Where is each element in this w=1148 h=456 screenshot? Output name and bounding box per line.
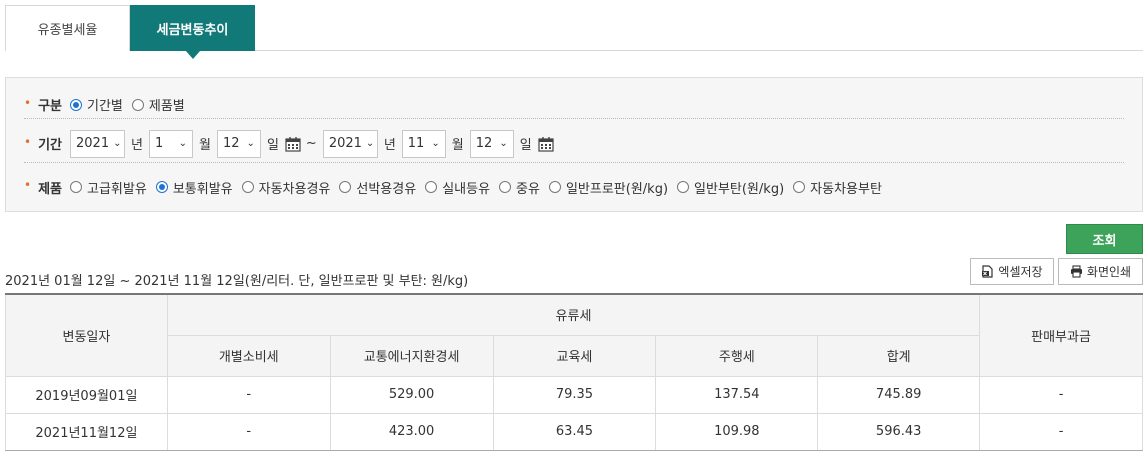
cell-consumption-tax: - [166, 412, 331, 451]
table-row: 2021년11월12일 - 423.00 63.45 109.98 596.43… [5, 412, 1143, 451]
radio-product-premium-gasoline[interactable]: 고급휘발유 [70, 178, 147, 197]
radio-checked-icon [70, 98, 82, 111]
category-label: 구분 [38, 99, 62, 114]
header-transport-energy-env-tax: 교통에너지환경세 [329, 334, 494, 377]
radio-product-auto-butane[interactable]: 자동차용부탄 [793, 178, 882, 197]
cell-transport-tax: 529.00 [329, 375, 494, 414]
header-change-date: 변동일자 [5, 293, 168, 377]
radio-unchecked-icon [548, 181, 561, 193]
filter-row-category: • 구분 기간별 제품별 [24, 91, 1124, 119]
start-day-select[interactable]: 12 ⌄ [216, 129, 261, 158]
tab-oil-tax-rate[interactable]: 유종별세율 [5, 5, 130, 51]
chevron-down-icon: ⌄ [113, 138, 122, 149]
cell-date: 2019년09월01일 [5, 375, 168, 414]
end-year-select[interactable]: 2021 ⌄ [322, 129, 378, 158]
end-day-select[interactable]: 12 ⌄ [469, 129, 514, 158]
search-filter-panel: • 구분 기간별 제품별 • 기간 2021 ⌄ 년 1 ⌄ 월 12 ⌄ 일 ~ 2… [5, 77, 1143, 212]
radio-unchecked-icon [793, 181, 806, 193]
radio-checked-icon [155, 181, 168, 193]
tax-change-table: 변동일자 유류세 판매부과금 개별소비세 교통에너지환경세 교육세 주행세 합계… [5, 293, 1143, 451]
chevron-down-icon: ⌄ [246, 138, 255, 149]
radio-unchecked-icon [70, 181, 82, 193]
calendar-icon[interactable] [538, 136, 554, 152]
filter-row-product: • 제품 고급휘발유 보통휘발유 자동차용경유 선박용경유 실내등유 중유 일반… [24, 173, 1124, 201]
bullet-icon: • [24, 95, 32, 110]
print-button[interactable]: 화면인쇄 [1058, 258, 1143, 285]
excel-file-icon [982, 265, 994, 278]
radio-unchecked-icon [131, 98, 144, 111]
radio-unchecked-icon [499, 181, 512, 193]
radio-by-period[interactable]: 기간별 [70, 95, 123, 114]
tab-tax-change-trend[interactable]: 세금변동추이 [130, 5, 255, 59]
end-month-select[interactable]: 11 ⌄ [401, 129, 446, 158]
radio-unchecked-icon [241, 181, 254, 193]
start-month-select[interactable]: 1 ⌄ [148, 129, 193, 158]
table-row: 2019년09월01일 - 529.00 79.35 137.54 745.89… [5, 375, 1143, 414]
filter-row-period: • 기간 2021 ⌄ 년 1 ⌄ 월 12 ⌄ 일 ~ 2021 ⌄ 년 11 ⌄ 월 … [24, 125, 1124, 163]
chevron-down-icon: ⌄ [499, 138, 508, 149]
product-label: 제품 [38, 181, 62, 197]
cell-date: 2021년11월12일 [5, 412, 168, 451]
header-individual-consumption-tax: 개별소비세 [166, 334, 331, 377]
radio-product-auto-diesel[interactable]: 자동차용경유 [241, 178, 330, 197]
tab-bar: 유종별세율 세금변동추이 [5, 5, 1143, 59]
calendar-icon[interactable] [285, 136, 301, 152]
cell-surcharge: - [979, 412, 1143, 451]
radio-unchecked-icon [425, 181, 438, 193]
cell-education-tax: 63.45 [492, 412, 657, 451]
chevron-down-icon: ⌄ [365, 138, 375, 149]
cell-consumption-tax: - [166, 375, 331, 414]
search-button[interactable]: 조회 [1066, 224, 1143, 254]
header-driving-tax: 주행세 [655, 334, 819, 377]
bullet-icon: • [24, 178, 32, 192]
header-total: 합계 [817, 334, 981, 377]
header-sales-surcharge: 판매부과금 [979, 293, 1143, 377]
header-education-tax: 교육세 [492, 334, 657, 377]
radio-unchecked-icon [339, 181, 352, 193]
cell-driving-tax: 109.98 [655, 412, 819, 451]
radio-product-regular-gasoline[interactable]: 보통휘발유 [155, 178, 233, 197]
chevron-down-icon: ⌄ [431, 138, 440, 149]
start-year-select[interactable]: 2021 ⌄ [70, 129, 125, 158]
header-fuel-tax-group: 유류세 [166, 293, 981, 336]
radio-product-kerosene[interactable]: 실내등유 [425, 178, 490, 197]
radio-product-propane[interactable]: 일반프로판(원/kg) [548, 178, 668, 197]
period-caption: 2021년 01월 12일 ~ 2021년 11월 12일(원/리터. 단, 일… [5, 274, 469, 289]
excel-save-button[interactable]: 엑셀저장 [970, 258, 1054, 285]
bullet-icon: • [24, 134, 32, 149]
cell-education-tax: 79.35 [492, 375, 657, 414]
cell-total: 745.89 [817, 375, 981, 414]
cell-total: 596.43 [817, 412, 981, 451]
radio-by-product[interactable]: 제품별 [131, 95, 185, 114]
printer-icon [1070, 265, 1082, 278]
radio-product-butane[interactable]: 일반부탄(원/kg) [677, 178, 784, 197]
cell-surcharge: - [979, 375, 1143, 414]
radio-unchecked-icon [677, 181, 690, 193]
radio-product-marine-diesel[interactable]: 선박용경유 [339, 178, 416, 197]
radio-product-heavy-oil[interactable]: 중유 [499, 178, 540, 197]
period-label: 기간 [38, 138, 62, 153]
cell-driving-tax: 137.54 [655, 375, 819, 414]
cell-transport-tax: 423.00 [329, 412, 494, 451]
chevron-down-icon: ⌄ [178, 138, 187, 149]
